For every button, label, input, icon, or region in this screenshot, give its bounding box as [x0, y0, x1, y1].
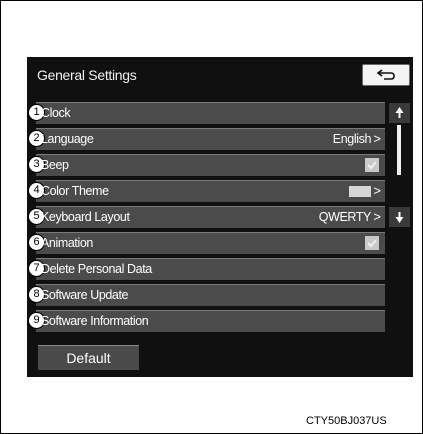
- menu-item-software-update[interactable]: 8 Software Update: [28, 284, 385, 306]
- menu-item-label: Keyboard Layout: [41, 210, 130, 224]
- scroll-down-button[interactable]: [389, 207, 410, 227]
- scrollbar[interactable]: [389, 103, 410, 229]
- menu-item-label: Beep: [41, 158, 69, 172]
- back-arrow-icon: [376, 69, 395, 80]
- settings-list: 1 Clock 2 Language English > 3 Beep 4 Co…: [28, 102, 385, 336]
- menu-item-label: Clock: [41, 106, 71, 120]
- checkmark-icon: [367, 161, 377, 170]
- language-value: English: [332, 132, 372, 146]
- chevron-right-icon: >: [373, 131, 381, 146]
- beep-checkbox[interactable]: [365, 158, 379, 172]
- back-button[interactable]: [362, 64, 410, 86]
- menu-item-label: Animation: [41, 236, 93, 250]
- checkmark-icon: [367, 239, 377, 248]
- menu-item-label: Color Theme: [41, 184, 109, 198]
- menu-item-label: Software Information: [41, 314, 149, 328]
- menu-item-software-information[interactable]: 9 Software Information: [28, 310, 385, 332]
- menu-item-label: Delete Personal Data: [41, 262, 152, 276]
- animation-checkbox[interactable]: [365, 236, 379, 250]
- color-theme-swatch: [349, 186, 371, 197]
- arrow-up-icon: [395, 107, 404, 118]
- chevron-right-icon: >: [373, 183, 381, 198]
- menu-item-clock[interactable]: 1 Clock: [28, 102, 385, 124]
- menu-item-delete-personal-data[interactable]: 7 Delete Personal Data: [28, 258, 385, 280]
- default-button[interactable]: Default: [38, 345, 139, 370]
- keyboard-layout-value: QWERTY: [318, 210, 372, 224]
- menu-item-animation[interactable]: 6 Animation: [28, 232, 385, 254]
- scroll-thumb[interactable]: [397, 125, 401, 175]
- menu-item-label: Language: [41, 132, 94, 146]
- menu-item-language[interactable]: 2 Language English >: [28, 128, 385, 150]
- menu-item-label: Software Update: [41, 288, 129, 302]
- menu-item-keyboard-layout[interactable]: 5 Keyboard Layout QWERTY >: [28, 206, 385, 228]
- menu-item-color-theme[interactable]: 4 Color Theme >: [28, 180, 385, 202]
- menu-item-beep[interactable]: 3 Beep: [28, 154, 385, 176]
- chevron-right-icon: >: [373, 209, 381, 224]
- page-title: General Settings: [37, 67, 137, 83]
- figure-caption: CTY50BJ037US: [306, 415, 387, 427]
- arrow-down-icon: [395, 212, 404, 223]
- scroll-up-button[interactable]: [389, 103, 410, 123]
